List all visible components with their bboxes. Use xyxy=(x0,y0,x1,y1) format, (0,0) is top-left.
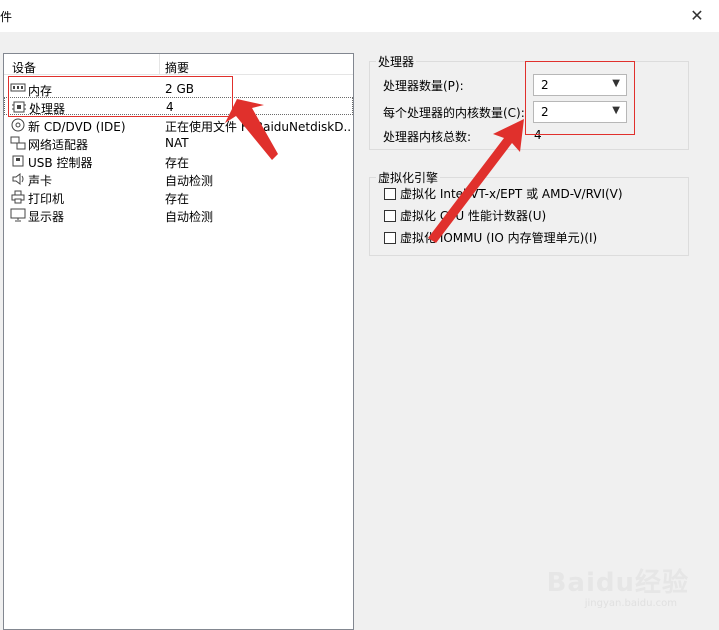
watermark-url: jingyan.baidu.com xyxy=(584,598,677,609)
annotation-arrows xyxy=(225,99,524,243)
annotation-arrow-icon xyxy=(428,119,524,243)
annotation-arrow-icon xyxy=(225,99,278,160)
watermark-logo: Baidu经验 xyxy=(546,568,689,598)
